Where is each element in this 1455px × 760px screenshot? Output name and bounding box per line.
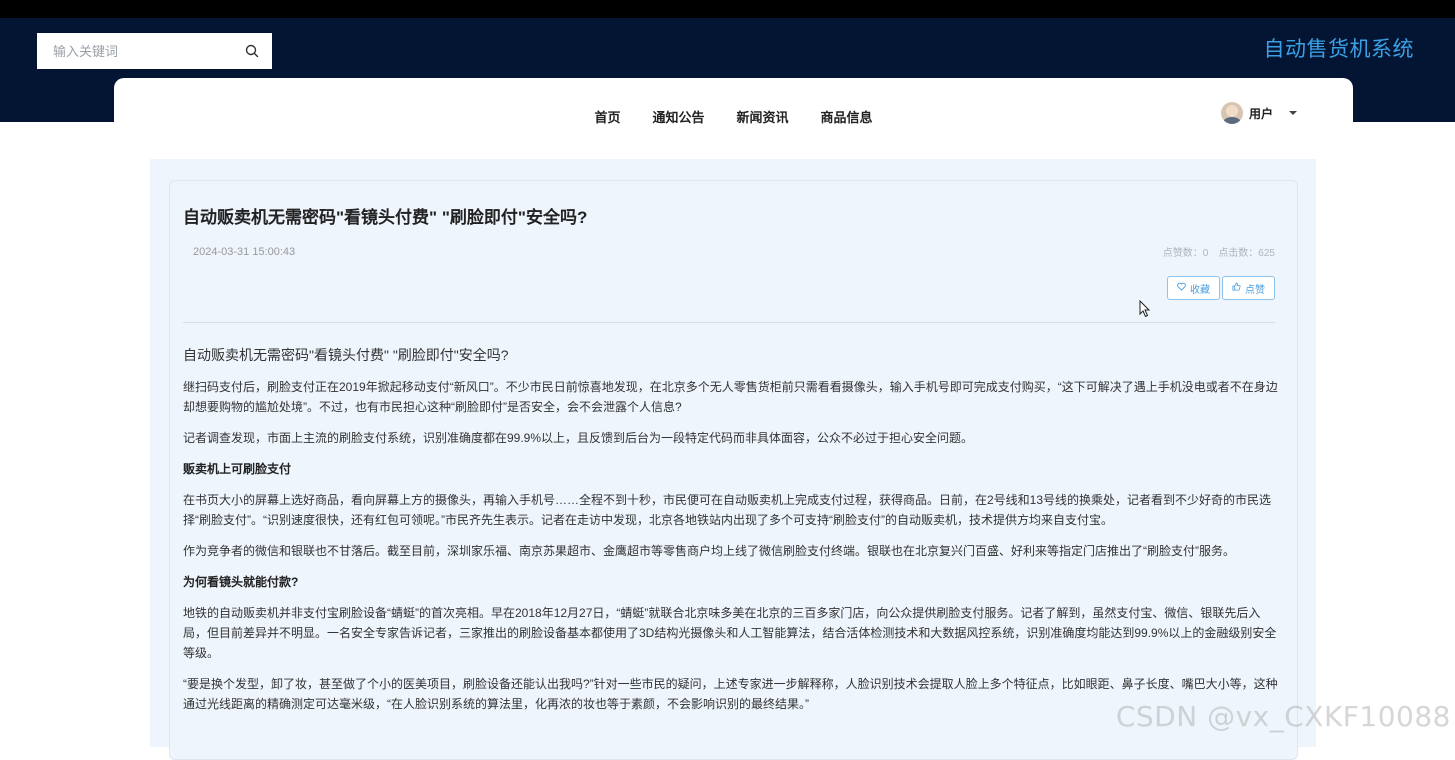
- article-stats: 点赞数：0 点击数：625: [1163, 244, 1275, 259]
- nav-item-home[interactable]: 首页: [594, 107, 620, 126]
- nav-item-products[interactable]: 商品信息: [821, 107, 873, 126]
- article-date: 2024-03-31 15:00:43: [193, 246, 296, 258]
- like-button[interactable]: 点赞: [1222, 276, 1275, 300]
- nav-item-news[interactable]: 新闻资讯: [737, 107, 789, 126]
- divider: [183, 322, 1275, 323]
- like-label: 点赞: [1245, 284, 1265, 296]
- section-heading: 为何看镜头就能付款?: [183, 575, 299, 589]
- mouse-cursor-icon: [1139, 300, 1151, 318]
- chevron-down-icon: [1289, 111, 1297, 115]
- paragraph: 地铁的自动贩卖机并非支付宝刷脸设备“蜻蜓”的首次亮相。早在2018年12月27日…: [183, 606, 1277, 660]
- search-input[interactable]: [53, 43, 244, 59]
- paragraph: 作为竞争者的微信和银联也不甘落后。截至目前，深圳家乐福、南京苏果超市、金鹰超市等…: [183, 544, 1236, 558]
- avatar: [1220, 102, 1243, 124]
- top-black-strip: [0, 0, 1455, 18]
- nav-item-notices[interactable]: 通知公告: [652, 107, 704, 126]
- site-title: 自动售货机系统: [1263, 38, 1414, 61]
- favorite-button[interactable]: 收藏: [1167, 276, 1220, 300]
- heart-icon: [1177, 282, 1186, 294]
- article-body: 自动贩卖机无需密码"看镜头付费" "刷脸即付"安全吗? 继扫码支付后，刷脸支付正…: [183, 345, 1279, 725]
- thumbs-up-icon: [1232, 282, 1241, 294]
- user-name: 用户: [1248, 106, 1273, 121]
- watermark: CSDN @vx_CXKF10088: [1115, 700, 1451, 733]
- favorite-label: 收藏: [1190, 284, 1210, 296]
- clicks-count: 点击数：625: [1218, 248, 1275, 259]
- likes-count: 点赞数：0: [1162, 248, 1209, 259]
- article-card: 自动贩卖机无需密码"看镜头付费" "刷脸即付"安全吗? 2024-03-31 1…: [169, 180, 1298, 760]
- user-menu[interactable]: 用户: [1220, 102, 1297, 124]
- article-title: 自动贩卖机无需密码"看镜头付费" "刷脸即付"安全吗?: [183, 208, 588, 227]
- search-icon[interactable]: [244, 43, 260, 59]
- action-buttons: 收藏 点赞: [1167, 276, 1275, 300]
- nav-bar: 首页 通知公告 新闻资讯 商品信息 用户: [114, 78, 1353, 125]
- paragraph: 记者调查发现，市面上主流的刷脸支付系统，识别准确度都在99.9%以上，且反馈到后…: [183, 431, 974, 445]
- paragraph: “要是换个发型，卸了妆，甚至做了个小的医美项目，刷脸设备还能认出我吗?”针对一些…: [183, 677, 1278, 711]
- search-box: [37, 33, 272, 69]
- section-heading: 贩卖机上可刷脸支付: [183, 462, 292, 476]
- article-lead: 自动贩卖机无需密码"看镜头付费" "刷脸即付"安全吗?: [183, 347, 509, 363]
- paragraph: 继扫码支付后，刷脸支付正在2019年掀起移动支付“新风口”。不少市民日前惊喜地发…: [183, 380, 1278, 414]
- paragraph: 在书页大小的屏幕上选好商品，看向屏幕上方的摄像头，再输入手机号……全程不到十秒，…: [183, 493, 1272, 527]
